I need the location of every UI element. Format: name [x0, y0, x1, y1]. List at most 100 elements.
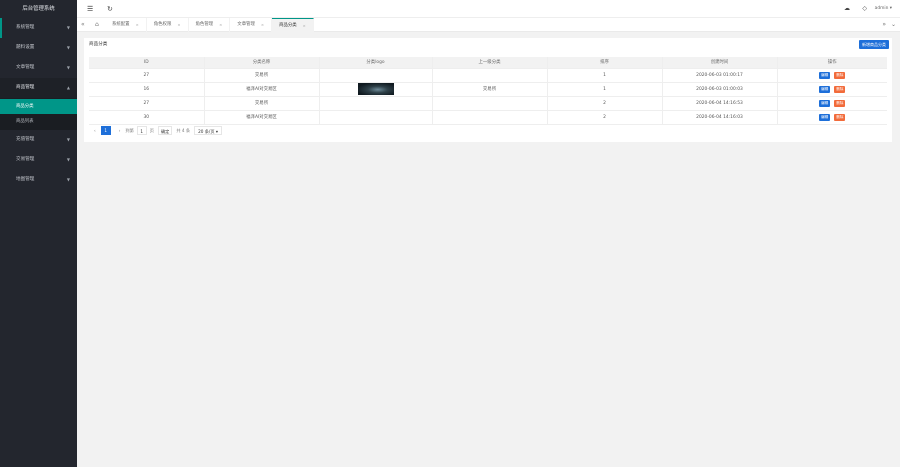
- cell-name: 交易所: [203, 96, 319, 111]
- go-button[interactable]: 确定: [157, 126, 173, 135]
- cell-sort: 1: [546, 68, 662, 83]
- edit-button[interactable]: 编辑: [819, 85, 831, 93]
- close-icon[interactable]: ×: [261, 18, 264, 32]
- sidebar-item-material[interactable]: 題料设置 ▼: [0, 38, 77, 58]
- chevron-up-icon: ▲: [66, 85, 70, 90]
- cell-parent: [431, 96, 547, 111]
- sidebar-subitem-product-list[interactable]: 商品列表: [0, 114, 77, 129]
- cloud-icon[interactable]: ☁: [844, 0, 850, 18]
- sidebar-item-system[interactable]: 系统管理 ▼: [0, 18, 77, 38]
- tab-role-management[interactable]: 角色管理 ×: [189, 18, 231, 32]
- cell-actions: 编辑 删除: [776, 68, 887, 83]
- chevron-down-icon: ▼: [66, 45, 70, 50]
- sidebar-item-label: 題料设置: [16, 45, 35, 50]
- cell-id: 27: [89, 96, 204, 111]
- col-header-logo: 分类logo: [318, 57, 432, 69]
- cell-actions: 编辑 删除: [776, 110, 887, 125]
- sidebar-item-recharge[interactable]: 充值管理 ▼: [0, 130, 77, 150]
- tabs-next-icon[interactable]: »: [882, 18, 886, 32]
- sidebar-item-label: 交易管理: [16, 157, 35, 162]
- delete-button[interactable]: 删除: [834, 85, 846, 93]
- refresh-icon[interactable]: ↻: [107, 0, 113, 18]
- tab-label: 角色管理: [195, 22, 214, 27]
- delete-button[interactable]: 删除: [834, 71, 846, 79]
- cell-name: 交易所: [203, 68, 319, 83]
- tabs-more-icon[interactable]: ⌄: [891, 18, 896, 32]
- cell-id: 30: [89, 110, 204, 125]
- table-row: 27 交易所 2 2020-06-04 14:16:53 编辑 删除: [89, 96, 887, 111]
- user-menu[interactable]: admin ▾: [875, 0, 892, 18]
- brand-title: 后台管理系统: [22, 6, 55, 12]
- table-row: 30 福泽AI对交易区 2 2020-06-04 14:16:03 编辑 删除: [89, 110, 887, 125]
- sidebar-item-products[interactable]: 商品管理 ▲: [0, 78, 77, 98]
- cell-actions: 编辑 删除: [776, 96, 887, 111]
- table-row: 27 交易所 1 2020-06-03 01:00:17 编辑 删除: [89, 68, 887, 83]
- category-card: 商品分类 新增商品分类 ID 分类名称 分类logo 上一级分类 排序 创建时间…: [84, 38, 892, 142]
- edit-button[interactable]: 编辑: [819, 71, 831, 79]
- close-icon[interactable]: ×: [303, 19, 306, 33]
- delete-button[interactable]: 删除: [834, 99, 846, 107]
- category-logo-image: [357, 83, 394, 95]
- cell-actions: 编辑 删除: [776, 82, 887, 97]
- page-size-select[interactable]: 20 条/页 ▾: [194, 126, 222, 135]
- add-category-button[interactable]: 新增商品分类: [859, 40, 889, 49]
- products-submenu: 商品分类 商品列表: [0, 98, 77, 130]
- tab-label: 商品分类: [279, 22, 297, 28]
- cell-name: 福泽AI对交易区: [203, 110, 319, 125]
- tab-role-permissions[interactable]: 角色权限 ×: [147, 18, 189, 32]
- cell-parent: [431, 110, 547, 125]
- close-icon[interactable]: ×: [177, 18, 180, 32]
- menu-toggle-icon[interactable]: ☰: [87, 0, 93, 18]
- table-header-row: ID 分类名称 分类logo 上一级分类 排序 创建时间 操作: [89, 57, 887, 69]
- prev-page-icon[interactable]: ‹: [92, 126, 98, 135]
- tag-icon[interactable]: ◇: [862, 0, 867, 18]
- edit-button[interactable]: 编辑: [819, 99, 831, 107]
- cell-name: 福泽AI对交易区: [203, 82, 319, 97]
- tabs-prev-icon[interactable]: «: [81, 18, 85, 32]
- current-page[interactable]: 1: [100, 126, 111, 135]
- col-header-name: 分类名称: [203, 57, 319, 69]
- top-header: ☰ ↻ ☁ ◇ admin ▾: [77, 0, 900, 18]
- chevron-down-icon: ▼: [66, 137, 70, 142]
- chevron-down-icon: ▼: [66, 25, 70, 30]
- col-header-created[interactable]: 创建时间: [661, 57, 777, 69]
- next-page-icon[interactable]: ›: [117, 126, 123, 135]
- sidebar-item-map[interactable]: 地图管理 ▼: [0, 170, 77, 190]
- cell-created: 2020-06-03 01:00:17: [661, 68, 777, 83]
- home-icon[interactable]: ⌂: [95, 18, 99, 32]
- cell-logo: [318, 110, 432, 125]
- cell-sort: 1: [546, 82, 662, 97]
- cell-logo: [318, 82, 432, 97]
- tab-product-categories[interactable]: 商品分类 ×: [272, 18, 314, 32]
- sidebar-item-label: 系统管理: [16, 25, 35, 30]
- cell-created: 2020-06-04 14:16:03: [661, 110, 777, 125]
- edit-button[interactable]: 编辑: [819, 113, 831, 121]
- cell-logo: [318, 96, 432, 111]
- close-icon[interactable]: ×: [219, 18, 222, 32]
- page-jump-input[interactable]: 1: [136, 126, 147, 135]
- delete-button[interactable]: 删除: [834, 113, 846, 121]
- sidebar-item-label: 充值管理: [16, 137, 35, 142]
- sidebar-item-articles[interactable]: 文章管理 ▼: [0, 58, 77, 78]
- close-icon[interactable]: ×: [136, 18, 139, 32]
- col-header-sort: 排序: [546, 57, 662, 69]
- category-table: ID 分类名称 分类logo 上一级分类 排序 创建时间 操作 27 交易所 1…: [89, 57, 887, 125]
- sidebar-item-trading[interactable]: 交易管理 ▼: [0, 150, 77, 170]
- tab-label: 角色权限: [153, 22, 172, 27]
- tab-article-management[interactable]: 文章管理 ×: [230, 18, 273, 32]
- cell-parent: [431, 68, 547, 83]
- cell-id: 16: [89, 82, 204, 97]
- sidebar-item-label: 地图管理: [16, 177, 35, 182]
- sidebar: 后台管理系统 系统管理 ▼ 題料设置 ▼ 文章管理 ▼ 商品管理 ▲ 商品分类 …: [0, 0, 77, 467]
- page-title: 商品分类: [89, 42, 108, 47]
- sidebar-item-label: 商品管理: [16, 85, 35, 90]
- total-count: 共 4 条: [176, 127, 191, 133]
- chevron-down-icon: ▼: [66, 65, 70, 70]
- sidebar-item-label: 文章管理: [16, 65, 35, 70]
- tab-system-config[interactable]: 系统配置 ×: [105, 18, 147, 32]
- cell-sort: 2: [546, 110, 662, 125]
- cell-parent: 交易所: [431, 82, 547, 97]
- chevron-down-icon: ▼: [66, 157, 70, 162]
- cell-created: 2020-06-03 01:00:03: [661, 82, 777, 97]
- sidebar-subitem-categories[interactable]: 商品分类: [0, 99, 77, 114]
